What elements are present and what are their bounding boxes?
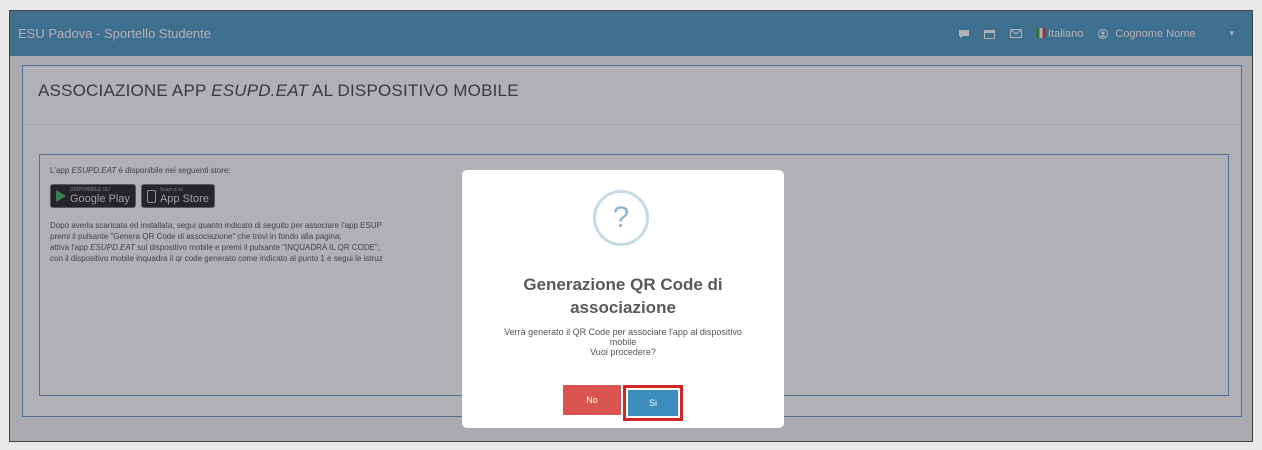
no-button[interactable]: No <box>563 385 621 415</box>
yes-button[interactable]: Si <box>628 390 678 416</box>
dialog-title: Generazione QR Code di associazione <box>523 275 723 317</box>
highlight-box: Si <box>623 385 683 421</box>
dialog-message-line2: Vuoi procedere? <box>590 347 656 357</box>
confirm-dialog: ? Generazione QR Code di associazione Ve… <box>462 170 784 428</box>
dialog-message-line1: Verrà generato il QR Code per associare … <box>504 327 742 347</box>
dialog-buttons: No Si <box>462 385 784 421</box>
question-icon: ? <box>593 190 649 246</box>
dialog-message: Verrà generato il QR Code per associare … <box>492 327 754 357</box>
